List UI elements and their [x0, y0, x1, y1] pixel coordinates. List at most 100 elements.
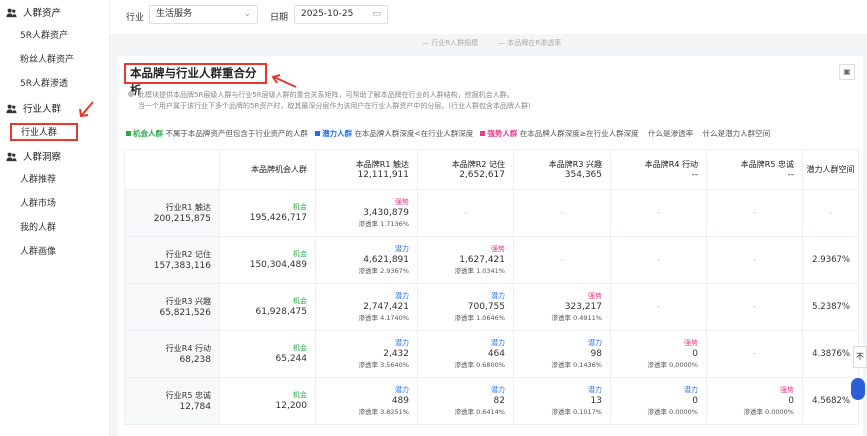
date-picker[interactable]: 2025-10-25 ▭ — [294, 5, 388, 24]
header-cell: 本品牌R4 行动 -- — [610, 149, 707, 190]
row-header-cell: 行业R1 触达 200,215,875 — [124, 189, 220, 237]
potential-space-cell: 4.3876% — [802, 330, 859, 378]
empty-cell: - — [706, 330, 803, 378]
legend-item-scale: — 行业R人群规模 — [422, 39, 479, 47]
sidebar: 人群资产 5R人群资产 粉丝人群资产 5R人群渗透 行业人群 行业人群 人群洞察… — [0, 0, 110, 436]
sidebar-group-label: 人群洞察 — [23, 152, 62, 163]
sidebar-item-market[interactable]: 人群市场 — [0, 192, 109, 216]
overlap-cell: 潜力 2,432 渗透率 3.5640% — [315, 330, 418, 378]
header-cell: 本品牌R2 记住 2,652,617 — [417, 149, 514, 190]
sidebar-group-insight[interactable]: 人群洞察 — [0, 144, 109, 168]
empty-cell: - — [513, 189, 611, 237]
table-row: 行业R4 行动 68,238 机会 65,244 潜力 2,432 渗透率 3.5640% 潜… — [124, 330, 859, 378]
people-icon — [6, 8, 17, 17]
overlap-cell: 潜力 700,755 渗透率 1.0646% — [417, 283, 514, 331]
overlap-cell: 潜力 82 渗透率 0.6414% — [417, 377, 514, 425]
table-row: 行业R2 记住 157,383,116 机会 150,304,489 潜力 4,621,8… — [124, 236, 859, 284]
header-cell: 本品牌R1 触达 12,111,911 — [315, 149, 418, 190]
empty-cell: - — [706, 283, 803, 331]
overlap-cell: 潜力 0 渗透率 0.0000% — [610, 377, 707, 425]
chevron-down-icon: ⌄ — [243, 9, 251, 19]
chart-legend-strip: — 行业R人群规模 — 本品牌在R渗透率 — [110, 34, 867, 52]
legend-item-rate: — 本品牌在R渗透率 — [498, 39, 562, 47]
legend-opp-name: 机会人群 — [133, 129, 163, 138]
overlap-panel: 本品牌与行业人群重合分析 ▣ 此模块提供本品牌5R层级人群与行业5R层级人群的重… — [118, 56, 863, 436]
sidebar-group-assets[interactable]: 人群资产 — [0, 0, 109, 24]
opportunity-cell: 机会 150,304,489 — [219, 236, 316, 284]
legend-weak-desc: 在本品牌人群深度≥在行业人群深度 — [519, 129, 639, 138]
industry-select[interactable]: 生活服务 ⌄ — [149, 5, 258, 24]
empty-cell: - — [706, 189, 803, 237]
crowd-legend: 机会人群 不属于本品牌资产但包含于行业资产的人群 潜力人群 在本品牌人群深度<在… — [126, 128, 770, 139]
overlap-cell: 潜力 13 渗透率 0.1017% — [513, 377, 611, 425]
opportunity-cell: 机会 12,200 — [219, 377, 316, 425]
overlap-cell: 强势 1,627,421 渗透率 1.0341% — [417, 236, 514, 284]
potential-space-cell: 2.9367% — [802, 236, 859, 284]
overlap-cell: 潜力 2,747,421 渗透率 4.1740% — [315, 283, 418, 331]
panel-title: 本品牌与行业人群重合分析 — [124, 63, 267, 97]
desc-line-2: 当一个用户属于该行业下多个品牌的5R资产时，取其最深分层作为该用户在行业人群资产… — [138, 102, 531, 110]
empty-cell: - — [610, 283, 707, 331]
industry-label: 行业 — [126, 13, 145, 23]
opportunity-cell: 机会 65,244 — [219, 330, 316, 378]
overlap-cell: 潜力 98 渗透率 0.1436% — [513, 330, 611, 378]
date-label: 日期 — [270, 13, 289, 23]
header-cell: 本品牌机会人群 — [219, 149, 316, 190]
overlap-cell: 强势 0 渗透率 0.0000% — [706, 377, 803, 425]
sidebar-item-industry-crowd[interactable]: 行业人群 — [10, 123, 78, 141]
table-row: 行业R5 忠诚 12,784 机会 12,200 潜力 489 渗透率 3.8251% 潜力 8… — [124, 377, 859, 425]
row-header-cell: 行业R3 兴趣 65,821,526 — [124, 283, 220, 331]
sidebar-item-fan-assets[interactable]: 粉丝人群资产 — [0, 48, 109, 72]
sidebar-group-label: 行业人群 — [23, 104, 62, 115]
legend-pot-desc: 在本品牌人群深度<在行业人群深度 — [354, 129, 474, 138]
table-row: 行业R1 触达 200,215,875 机会 195,426,717 强势 3,430,8… — [124, 189, 859, 237]
header-cell — [124, 149, 220, 190]
info-dot-icon — [128, 91, 134, 97]
help-link-penetration[interactable]: 什么是渗透率 — [648, 129, 693, 138]
header-cell: 本品牌R3 兴趣 354,365 — [513, 149, 611, 190]
legend-weak-name: 强势人群 — [487, 129, 518, 138]
overlap-cell: 潜力 464 渗透率 0.6800% — [417, 330, 514, 378]
people-icon — [6, 152, 17, 161]
sidebar-item-recommend[interactable]: 人群推荐 — [0, 168, 109, 192]
export-icon[interactable]: ▣ — [839, 64, 855, 80]
header-cell: 潜力人群空间 — [802, 149, 859, 190]
opportunity-cell: 机会 195,426,717 — [219, 189, 316, 237]
weak-square-icon — [480, 131, 486, 136]
empty-cell: - — [610, 236, 707, 284]
row-header-cell: 行业R5 忠诚 12,784 — [124, 377, 220, 425]
table-header-row: 本品牌机会人群 本品牌R1 触达 12,111,911 本品牌R2 记住 2,652… — [124, 149, 859, 190]
sidebar-group-label: 人群资产 — [23, 8, 62, 19]
annotation-arrow-icon — [271, 74, 297, 88]
filter-bar: 行业 生活服务 ⌄ 日期 2025-10-25 ▭ — [110, 0, 867, 34]
legend-pot-name: 潜力人群 — [322, 129, 353, 138]
empty-cell: - — [417, 189, 514, 237]
legend-opp-desc: 不属于本品牌资产但包含于行业资产的人群 — [165, 129, 308, 138]
overlap-cell: 强势 0 渗透率 0.0000% — [610, 330, 707, 378]
float-button[interactable]: 不 — [853, 346, 867, 368]
pot-square-icon — [315, 131, 321, 136]
table-row: 行业R3 兴趣 65,821,526 机会 61,928,475 潜力 2,747,421… — [124, 283, 859, 331]
panel-description: 此模块提供本品牌5R层级人群与行业5R层级人群的重合关系矩阵，可帮助了解本品牌在… — [128, 90, 848, 112]
calendar-icon: ▭ — [372, 9, 381, 19]
row-header-cell: 行业R2 记住 157,383,116 — [124, 236, 220, 284]
assistant-icon[interactable] — [851, 378, 865, 400]
potential-space-cell: 5.2387% — [802, 283, 859, 331]
people-icon — [6, 104, 17, 113]
potential-space-cell: - — [802, 189, 859, 237]
sidebar-item-5r-penetration[interactable]: 5R人群渗透 — [0, 72, 109, 96]
overlap-cell: 潜力 4,621,891 渗透率 2.9367% — [315, 236, 418, 284]
main-area: 行业 生活服务 ⌄ 日期 2025-10-25 ▭ — 行业R人群规模 — 本品… — [110, 0, 867, 436]
sidebar-item-portrait[interactable]: 人群画像 — [0, 240, 109, 264]
header-cell: 本品牌R5 忠诚 -- — [706, 149, 803, 190]
sidebar-item-my-crowd[interactable]: 我的人群 — [0, 216, 109, 240]
sidebar-item-5r-assets[interactable]: 5R人群资产 — [0, 24, 109, 48]
empty-cell: - — [610, 189, 707, 237]
help-link-potential[interactable]: 什么是潜力人群空间 — [703, 129, 771, 138]
opp-square-icon — [126, 131, 131, 136]
empty-cell: - — [513, 236, 611, 284]
sidebar-group-industry[interactable]: 行业人群 — [0, 96, 109, 120]
empty-cell: - — [706, 236, 803, 284]
date-picker-value: 2025-10-25 — [301, 9, 354, 19]
overlap-cell: 潜力 489 渗透率 3.8251% — [315, 377, 418, 425]
